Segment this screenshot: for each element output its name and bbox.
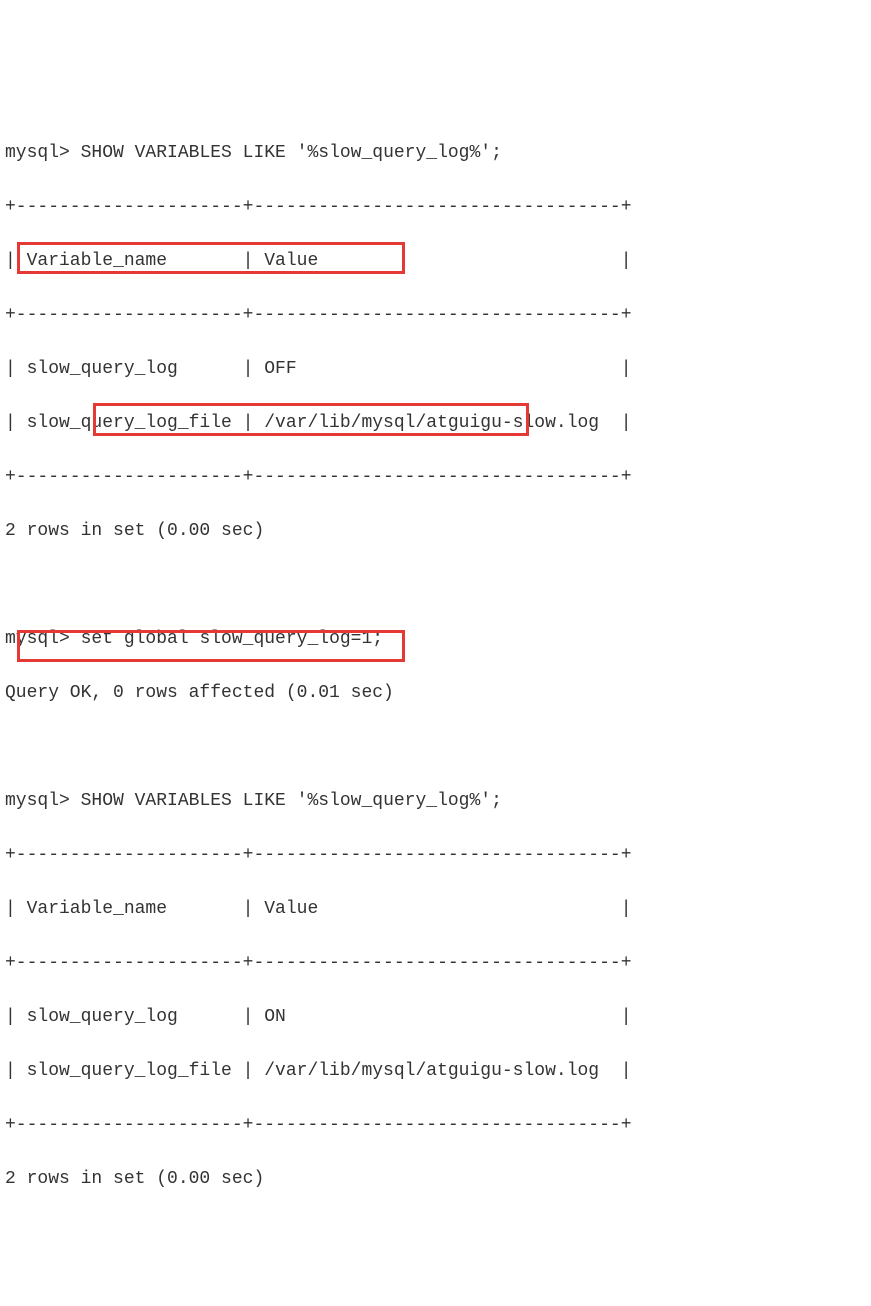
table-border: +---------------------+-----------------…: [5, 1112, 866, 1139]
sql-command: SHOW VARIABLES LIKE '%slow_query_log%';: [81, 143, 502, 163]
prompt-line: mysql> set global slow_query_log=1;: [5, 626, 866, 653]
prompt: mysql>: [5, 791, 70, 811]
table-border: +---------------------+-----------------…: [5, 302, 866, 329]
blank-line: [5, 734, 866, 761]
terminal-output: mysql> SHOW VARIABLES LIKE '%slow_query_…: [5, 113, 866, 1306]
table-row: | slow_query_log_file | /var/lib/mysql/a…: [5, 1058, 866, 1085]
result-status: Query OK, 0 rows affected (0.01 sec): [5, 680, 866, 707]
table-row: | slow_query_log_file | /var/lib/mysql/a…: [5, 410, 866, 437]
prompt-line: mysql> SHOW VARIABLES LIKE '%slow_query_…: [5, 788, 866, 815]
table-row: | slow_query_log | ON |: [5, 1004, 866, 1031]
prompt: mysql>: [5, 629, 70, 649]
prompt: mysql>: [5, 143, 70, 163]
sql-command: SHOW VARIABLES LIKE '%slow_query_log%';: [81, 791, 502, 811]
table-border: +---------------------+-----------------…: [5, 842, 866, 869]
sql-command: set global slow_query_log=1;: [81, 629, 383, 649]
watermark-yisu: 亿速云: [795, 1272, 856, 1306]
table-header: | Variable_name | Value |: [5, 896, 866, 923]
blank-line: [5, 572, 866, 599]
result-status: 2 rows in set (0.00 sec): [5, 518, 866, 545]
prompt-line: mysql> SHOW VARIABLES LIKE '%slow_query_…: [5, 140, 866, 167]
cloud-icon: [811, 1293, 856, 1306]
table-row: | slow_query_log | OFF |: [5, 356, 866, 383]
result-status: 2 rows in set (0.00 sec): [5, 1166, 866, 1193]
table-border: +---------------------+-----------------…: [5, 194, 866, 221]
table-border: +---------------------+-----------------…: [5, 950, 866, 977]
table-border: +---------------------+-----------------…: [5, 464, 866, 491]
table-header: | Variable_name | Value |: [5, 248, 866, 275]
